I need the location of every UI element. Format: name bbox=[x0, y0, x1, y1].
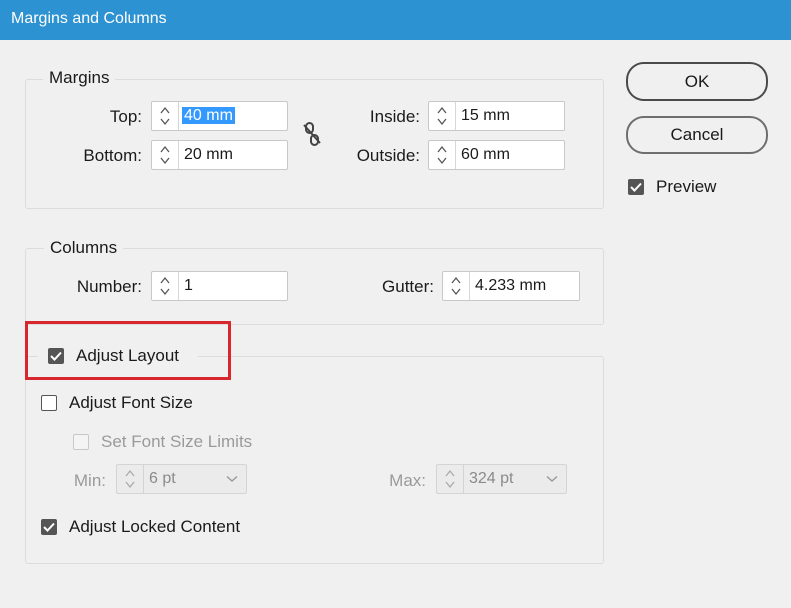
gutter-field[interactable]: 4.233 mm bbox=[442, 271, 580, 301]
adjust-font-size-label: Adjust Font Size bbox=[69, 393, 193, 412]
gutter-stepper[interactable] bbox=[443, 272, 470, 300]
max-field[interactable]: 324 pt bbox=[436, 464, 567, 494]
preview-checkbox-row[interactable]: Preview bbox=[628, 177, 716, 197]
top-value: 40 mm bbox=[182, 107, 235, 124]
bottom-field[interactable]: 20 mm bbox=[151, 140, 288, 170]
max-label: Max: bbox=[389, 471, 426, 490]
min-chevron-down-icon[interactable] bbox=[218, 465, 246, 493]
min-label: Min: bbox=[73, 471, 106, 490]
set-font-size-limits-checkbox-row[interactable]: Set Font Size Limits bbox=[73, 432, 252, 452]
adjust-font-size-checkbox-row[interactable]: Adjust Font Size bbox=[41, 393, 193, 413]
gutter-label: Gutter: bbox=[382, 277, 434, 296]
preview-label: Preview bbox=[656, 177, 717, 196]
top-stepper[interactable] bbox=[152, 102, 179, 130]
number-field[interactable]: 1 bbox=[151, 271, 288, 301]
inside-label: Inside: bbox=[369, 107, 420, 126]
bottom-label: Bottom: bbox=[83, 146, 142, 165]
adjust-locked-content-checkbox[interactable] bbox=[41, 519, 57, 535]
number-stepper[interactable] bbox=[152, 272, 179, 300]
inside-input[interactable]: 15 mm bbox=[456, 102, 564, 130]
bottom-stepper[interactable] bbox=[152, 141, 179, 169]
set-font-size-limits-label: Set Font Size Limits bbox=[101, 432, 253, 451]
gutter-input[interactable]: 4.233 mm bbox=[470, 272, 579, 300]
chain-link-broken-icon[interactable] bbox=[300, 121, 324, 147]
preview-checkbox[interactable] bbox=[628, 179, 644, 195]
min-field[interactable]: 6 pt bbox=[116, 464, 247, 494]
window-title: Margins and Columns bbox=[11, 10, 167, 27]
cancel-button[interactable]: Cancel bbox=[626, 116, 768, 154]
title-bar: Margins and Columns bbox=[0, 0, 791, 40]
top-field[interactable]: 40 mm bbox=[151, 101, 288, 131]
set-font-size-limits-checkbox[interactable] bbox=[73, 434, 89, 450]
top-input[interactable]: 40 mm bbox=[179, 102, 287, 130]
ok-button[interactable]: OK bbox=[626, 62, 768, 101]
top-label: Top: bbox=[109, 107, 142, 126]
min-stepper[interactable] bbox=[117, 465, 144, 493]
number-label: Number: bbox=[76, 277, 142, 296]
bottom-input[interactable]: 20 mm bbox=[179, 141, 287, 169]
number-input[interactable]: 1 bbox=[179, 272, 287, 300]
margins-group-title: Margins bbox=[43, 68, 116, 88]
columns-group-title: Columns bbox=[44, 238, 124, 258]
inside-stepper[interactable] bbox=[429, 102, 456, 130]
adjust-locked-content-label: Adjust Locked Content bbox=[69, 517, 241, 536]
min-input[interactable]: 6 pt bbox=[144, 465, 218, 493]
outside-label: Outside: bbox=[356, 146, 420, 165]
adjust-font-size-checkbox[interactable] bbox=[41, 395, 57, 411]
outside-stepper[interactable] bbox=[429, 141, 456, 169]
outside-input[interactable]: 60 mm bbox=[456, 141, 564, 169]
outside-field[interactable]: 60 mm bbox=[428, 140, 565, 170]
max-stepper[interactable] bbox=[437, 465, 464, 493]
adjust-locked-content-checkbox-row[interactable]: Adjust Locked Content bbox=[41, 517, 240, 537]
annotation-highlight-box bbox=[25, 321, 231, 380]
max-chevron-down-icon[interactable] bbox=[538, 465, 566, 493]
inside-field[interactable]: 15 mm bbox=[428, 101, 565, 131]
max-input[interactable]: 324 pt bbox=[464, 465, 538, 493]
